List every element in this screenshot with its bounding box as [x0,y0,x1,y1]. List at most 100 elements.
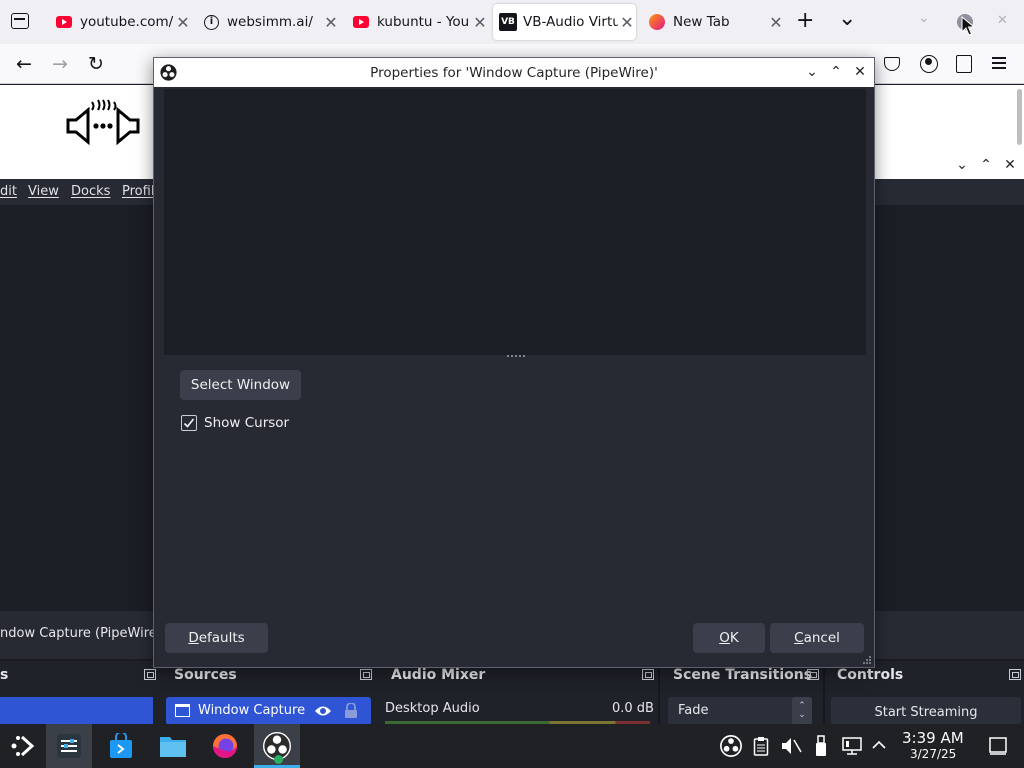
close-icon[interactable]: ✕ [999,154,1021,176]
kde-launcher-icon[interactable] [10,733,36,759]
obs-tray-icon[interactable] [720,735,742,757]
transition-value: Fade [678,703,709,718]
menu-icon[interactable] [992,57,1006,69]
float-dock-icon[interactable] [642,669,654,680]
splitter-handle[interactable] [507,355,525,358]
clock-date[interactable]: 3/27/25 [910,747,956,761]
extensions-icon[interactable] [956,55,972,73]
taskbar-system-settings[interactable] [46,724,92,768]
tab-vb-audio[interactable]: VB VB-Audio Virtu ✕ [493,4,636,40]
menu-profile[interactable]: Profil [122,184,154,199]
taskbar-discover[interactable] [98,724,144,768]
show-cursor-checkbox[interactable] [181,415,197,431]
float-dock-icon[interactable] [360,669,372,680]
account-icon[interactable] [920,55,938,73]
back-icon[interactable]: ← [12,52,36,76]
close-icon[interactable]: ✕ [849,61,871,83]
tab-new-tab[interactable]: New Tab ✕ [643,4,785,40]
tab-title: kubuntu - You [377,14,470,30]
taskbar-obs[interactable] [254,724,300,768]
source-list-item[interactable]: Window Capture (I [166,697,371,725]
close-tab-icon[interactable]: ✕ [618,13,636,32]
menu-edit[interactable]: dit [0,184,17,199]
browser-tab-bar: youtube.com/ ✕ i websimm.ai/ ✕ kubuntu -… [0,0,1024,44]
clipboard-icon[interactable] [753,736,769,756]
pocket-icon[interactable] [884,57,900,71]
cancel-button[interactable]: Cancel [770,623,864,653]
tab-title: websimm.ai/ [227,14,313,30]
source-item-label: Window Capture (I [198,703,310,718]
clock-time[interactable]: 3:39 AM [902,729,964,747]
close-tab-icon[interactable]: ✕ [471,13,489,32]
tab-list-button[interactable]: ⌄ [838,6,856,31]
close-tab-icon[interactable]: ✕ [174,13,192,32]
menu-docks[interactable]: Docks [71,184,110,199]
ok-button[interactable]: OK [693,623,765,653]
float-dock-icon[interactable] [144,669,156,680]
scenes-dock-title: s [0,667,9,683]
new-tab-button[interactable]: + [796,8,814,33]
float-dock-icon[interactable] [1009,669,1021,680]
cancel-mnemonic: C [794,630,804,646]
tab-websimm[interactable]: i websimm.ai/ ✕ [198,4,340,40]
youtube-icon [353,16,369,28]
controls-dock: Controls Start Streaming [825,661,1024,725]
audio-mixer-dock-title: Audio Mixer [391,667,486,683]
minimize-icon[interactable]: ⌄ [801,61,823,83]
maximize-icon[interactable]: ⌃ [975,154,997,176]
firefox-icon [213,734,237,758]
ok-mnemonic: O [719,630,730,646]
minimize-icon[interactable]: ⌄ [951,154,973,176]
settings-icon [57,734,81,758]
menu-view[interactable]: View [28,184,59,199]
taskbar-file-manager[interactable] [150,724,196,768]
scene-transitions-dock-title: Scene Transitions [673,667,813,683]
network-icon[interactable] [842,736,862,756]
taskbar-firefox[interactable] [202,724,248,768]
transition-spin-icon[interactable]: ⌃ ⌄ [792,697,812,725]
info-icon: i [204,14,219,30]
tab-youtube[interactable]: youtube.com/ ✕ [50,4,192,40]
eye-icon[interactable] [314,704,332,718]
defaults-mnemonic: D [188,630,199,646]
close-tab-icon[interactable]: ✕ [322,13,340,32]
maximize-icon[interactable]: ⌃ [825,61,847,83]
close-tab-icon[interactable]: ✕ [767,13,785,32]
tray-expand-icon[interactable] [872,739,886,751]
vb-audio-icon: VB [499,13,517,31]
scenes-dock: s [0,661,160,725]
transition-select[interactable]: Fade [668,697,812,725]
selected-source-name: ndow Capture (PipeWire [0,626,157,641]
selected-scene-item[interactable] [0,697,153,725]
audio-mixer-dock: Audio Mixer Desktop Audio 0.0 dB [378,661,658,725]
tab-kubuntu[interactable]: kubuntu - You ✕ [347,4,489,40]
usb-device-icon[interactable] [814,735,828,757]
tab-title: VB-Audio Virtu [523,14,618,30]
volume-muted-icon[interactable] [780,736,802,756]
forward-icon[interactable]: → [48,52,72,76]
properties-dialog: Properties for 'Window Capture (PipeWire… [153,57,875,668]
close-icon[interactable]: ✕ [997,13,1008,28]
tab-overview-icon[interactable] [11,13,29,29]
resize-grip-icon[interactable] [862,655,872,665]
cancel-label: ancel [803,630,840,646]
select-window-button[interactable]: Select Window [180,370,301,400]
minimize-icon[interactable]: ⌄ [918,10,930,26]
start-streaming-label: Start Streaming [874,705,978,720]
folder-icon [160,737,186,757]
reload-icon[interactable]: ↻ [84,52,108,76]
show-desktop-icon[interactable] [989,737,1007,755]
start-streaming-button[interactable]: Start Streaming [831,697,1021,725]
sources-dock: Sources Window Capture (I [160,661,378,725]
page-scrollbar[interactable] [1017,89,1022,145]
float-dock-icon[interactable] [807,669,819,680]
youtube-icon [56,16,72,28]
controls-dock-title: Controls [837,667,904,683]
lock-icon[interactable] [344,703,358,719]
scene-transitions-dock: Scene Transitions Fade ⌃ ⌄ [660,661,823,725]
audio-level-value: 0.0 dB [612,701,654,716]
window-source-icon [175,704,190,717]
dialog-titlebar: Properties for 'Window Capture (PipeWire… [154,58,874,87]
defaults-button[interactable]: Defaults [165,623,268,653]
firefox-icon [649,14,665,30]
